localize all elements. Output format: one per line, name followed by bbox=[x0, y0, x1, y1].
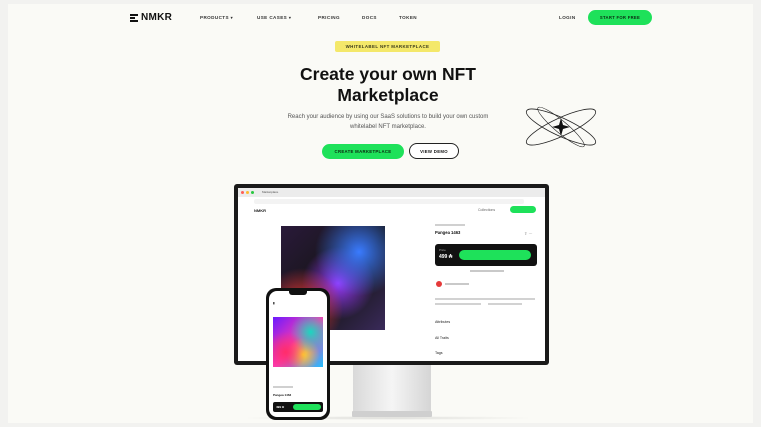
hero-subtitle: Reach your audience by using our SaaS so… bbox=[270, 112, 506, 132]
mockup-price-label: Price bbox=[439, 248, 446, 252]
owner-name-line bbox=[445, 283, 469, 285]
monitor-stand-base bbox=[352, 411, 432, 417]
view-demo-button[interactable]: VIEW DEMO bbox=[409, 143, 459, 159]
phone-mockup: ▮ Pangea 1463 499 ₳ bbox=[266, 288, 330, 420]
nav-pricing[interactable]: PRICING bbox=[318, 15, 340, 20]
nav-products-label: PRODUCTS bbox=[200, 15, 229, 20]
phone-screen: ▮ Pangea 1463 499 ₳ bbox=[269, 291, 327, 417]
orbit-sparkle-icon bbox=[525, 106, 597, 148]
mockup-section-traits: All Traits bbox=[435, 336, 449, 340]
phone-price: 499 ₳ bbox=[276, 405, 285, 409]
nav-use-cases[interactable]: USE CASES ▾ bbox=[257, 15, 291, 20]
owner-avatar bbox=[436, 281, 442, 287]
mockup-meta-line bbox=[488, 303, 522, 305]
create-marketplace-button[interactable]: CREATE MARKETPLACE bbox=[322, 144, 404, 159]
chevron-down-icon: ▾ bbox=[230, 15, 234, 20]
mockup-section-tags: Tags bbox=[435, 351, 443, 355]
browser-tab-bar: Marketplace bbox=[238, 188, 545, 197]
phone-notch bbox=[289, 291, 307, 295]
page: NMKR PRODUCTS ▾ USE CASES ▾ PRICING DOCS… bbox=[8, 4, 753, 423]
mockup-section-attributes: Attributes bbox=[435, 320, 451, 324]
mockup-buy-panel: Price 499 ₳ bbox=[435, 244, 537, 266]
mockup-meta-line bbox=[435, 298, 535, 300]
monitor-stand bbox=[353, 365, 431, 413]
mockup-buy-button bbox=[459, 250, 531, 260]
phone-meta-line bbox=[273, 386, 293, 388]
phone-nft-title: Pangea 1463 bbox=[273, 393, 292, 397]
hero-title-line-1: Create your own NFT bbox=[300, 64, 476, 84]
hero-title-line-2: Marketplace bbox=[337, 85, 439, 105]
logo-text: NMKR bbox=[141, 12, 173, 23]
phone-nft-artwork-image bbox=[273, 317, 323, 367]
mockup-collection-line bbox=[435, 224, 465, 226]
mockup-nft-title: Pangea 1463 bbox=[435, 230, 461, 235]
phone-buy-panel: 499 ₳ bbox=[273, 402, 323, 412]
phone-site-logo: ▮ bbox=[273, 301, 275, 305]
nmkr-logo[interactable]: NMKR bbox=[130, 12, 172, 23]
hero-badge: WHITELABEL NFT MARKETPLACE bbox=[335, 41, 440, 52]
share-icon: ⇪ ⋯ bbox=[524, 231, 533, 236]
mockup-price: 499 ₳ bbox=[439, 254, 453, 260]
mockup-site-logo: NMKR bbox=[254, 208, 266, 213]
chevron-down-icon: ▾ bbox=[288, 15, 292, 20]
hero-subtitle-line-1: Reach your audience by using our SaaS so… bbox=[287, 114, 489, 120]
browser-url-bar bbox=[254, 199, 524, 204]
login-link[interactable]: LOGIN bbox=[559, 15, 576, 20]
hero-title: Create your own NFT Marketplace bbox=[240, 64, 536, 106]
mockup-site-link: Collections bbox=[478, 208, 496, 212]
nav-token[interactable]: TOKEN bbox=[399, 15, 417, 20]
phone-buy-button bbox=[293, 404, 321, 410]
mockup-meta-line bbox=[435, 303, 481, 305]
hero-subtitle-line-2: whitelabel NFT marketplace. bbox=[350, 124, 426, 130]
mockup-caption-line bbox=[470, 270, 504, 272]
start-for-free-button[interactable]: START FOR FREE bbox=[588, 10, 652, 25]
mockup-site-cta bbox=[510, 206, 536, 213]
nav-products[interactable]: PRODUCTS ▾ bbox=[200, 15, 233, 20]
browser-tab-title: Marketplace bbox=[262, 190, 279, 194]
top-navbar: NMKR PRODUCTS ▾ USE CASES ▾ PRICING DOCS… bbox=[8, 4, 753, 32]
nav-docs[interactable]: DOCS bbox=[362, 15, 377, 20]
logo-icon bbox=[130, 13, 138, 22]
nav-use-cases-label: USE CASES bbox=[257, 15, 288, 20]
